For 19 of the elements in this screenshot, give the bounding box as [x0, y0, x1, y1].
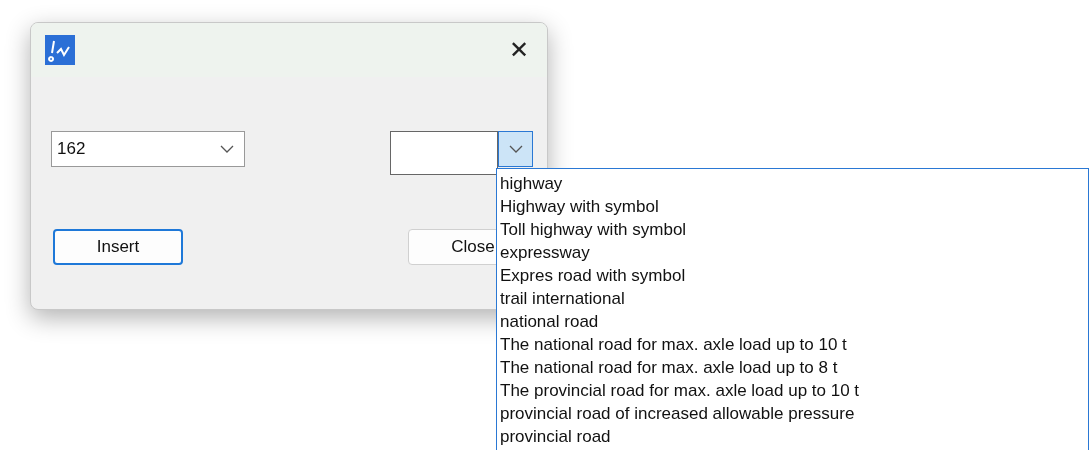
close-button[interactable]: ✕: [497, 30, 541, 70]
dropdown-option[interactable]: provincial road of increased allowable pressure: [500, 402, 1088, 425]
dialog-button[interactable]: Insert: [53, 229, 183, 265]
dropdown-option[interactable]: trail international: [500, 287, 1088, 310]
dropdown-option[interactable]: The national road for max. axle load up to 8 t: [500, 356, 1088, 379]
chevron-down-icon: [508, 145, 523, 153]
chevron-down-icon: [220, 145, 234, 153]
dropdown-option[interactable]: The provincial road for max. axle load up to 10 t: [500, 379, 1088, 402]
app-logo-icon: [45, 35, 75, 65]
dropdown-option[interactable]: national road: [500, 310, 1088, 333]
dropdown-option[interactable]: Expres road with symbol: [500, 264, 1088, 287]
dropdown-option[interactable]: provincial road: [500, 425, 1088, 448]
dropdown-value: 162: [57, 139, 86, 159]
dropdown-option[interactable]: highway: [500, 172, 1088, 195]
dropdown-option[interactable]: The national road for max. axle load up to 10 t: [500, 333, 1088, 356]
number-dropdown[interactable]: 162: [51, 131, 245, 167]
dropdown-button[interactable]: [498, 131, 533, 167]
dropdown-option[interactable]: Highway with symbol: [500, 195, 1088, 218]
type-field[interactable]: [390, 131, 498, 175]
